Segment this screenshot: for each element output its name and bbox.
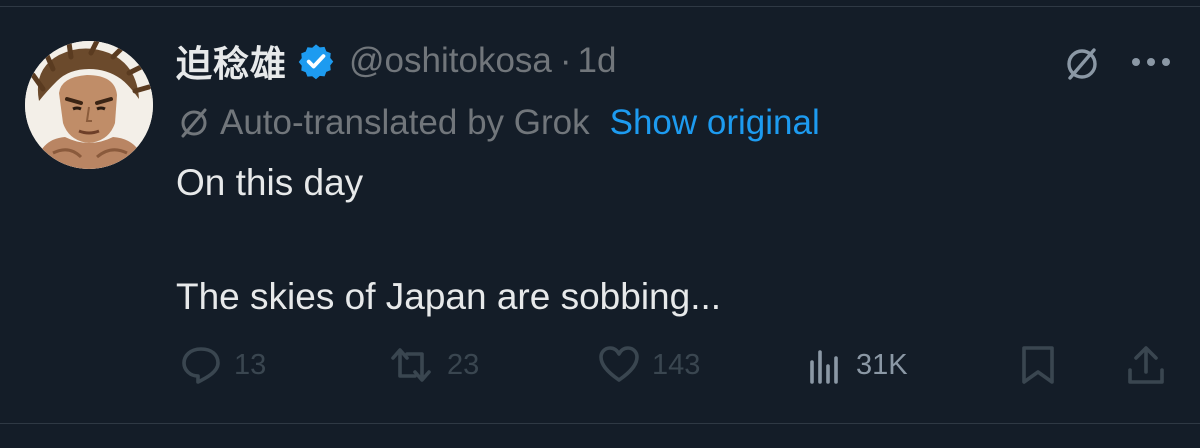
more-options-button[interactable] bbox=[1126, 42, 1176, 82]
tweet-text-line: The skies of Japan are sobbing... bbox=[176, 276, 722, 317]
reply-icon bbox=[182, 347, 220, 384]
reply-count: 13 bbox=[234, 348, 267, 381]
top-divider bbox=[0, 6, 1200, 7]
avatar[interactable] bbox=[25, 41, 153, 169]
action-bar: 13 23 143 31K bbox=[0, 340, 1200, 390]
translation-note: Auto-translated by Grok bbox=[220, 103, 590, 142]
views-count: 31K bbox=[856, 348, 908, 381]
views-button[interactable]: 31K bbox=[806, 340, 908, 390]
tweet-header: 迫稔雄 @oshitokosa · 1d bbox=[176, 36, 616, 86]
bookmark-button[interactable] bbox=[1018, 340, 1058, 390]
reply-button[interactable]: 13 bbox=[178, 340, 266, 390]
repost-count: 23 bbox=[447, 348, 480, 381]
grok-icon bbox=[176, 105, 212, 141]
bookmark-icon bbox=[1022, 346, 1054, 384]
grok-icon bbox=[1067, 48, 1097, 80]
repost-button[interactable]: 23 bbox=[385, 340, 479, 390]
views-chart-icon bbox=[810, 350, 838, 384]
share-icon bbox=[1128, 346, 1164, 384]
like-count: 143 bbox=[652, 348, 701, 381]
avatar-illustration bbox=[25, 41, 153, 169]
repost-icon bbox=[391, 348, 431, 382]
user-handle[interactable]: @oshitokosa bbox=[349, 41, 552, 81]
heart-icon bbox=[599, 346, 639, 382]
bottom-divider bbox=[0, 423, 1200, 424]
like-button[interactable]: 143 bbox=[596, 340, 700, 390]
verified-badge-icon bbox=[297, 42, 335, 80]
translation-bar: Auto-translated by Grok Show original bbox=[176, 100, 820, 146]
separator-dot: · bbox=[559, 41, 572, 80]
tweet-text-line: On this day bbox=[176, 162, 364, 203]
display-name[interactable]: 迫稔雄 bbox=[176, 35, 287, 87]
more-dots-icon bbox=[1132, 58, 1170, 66]
timestamp[interactable]: 1d bbox=[578, 41, 617, 81]
grok-button[interactable] bbox=[1060, 42, 1104, 86]
share-button[interactable] bbox=[1124, 340, 1168, 390]
show-original-link[interactable]: Show original bbox=[610, 103, 820, 143]
